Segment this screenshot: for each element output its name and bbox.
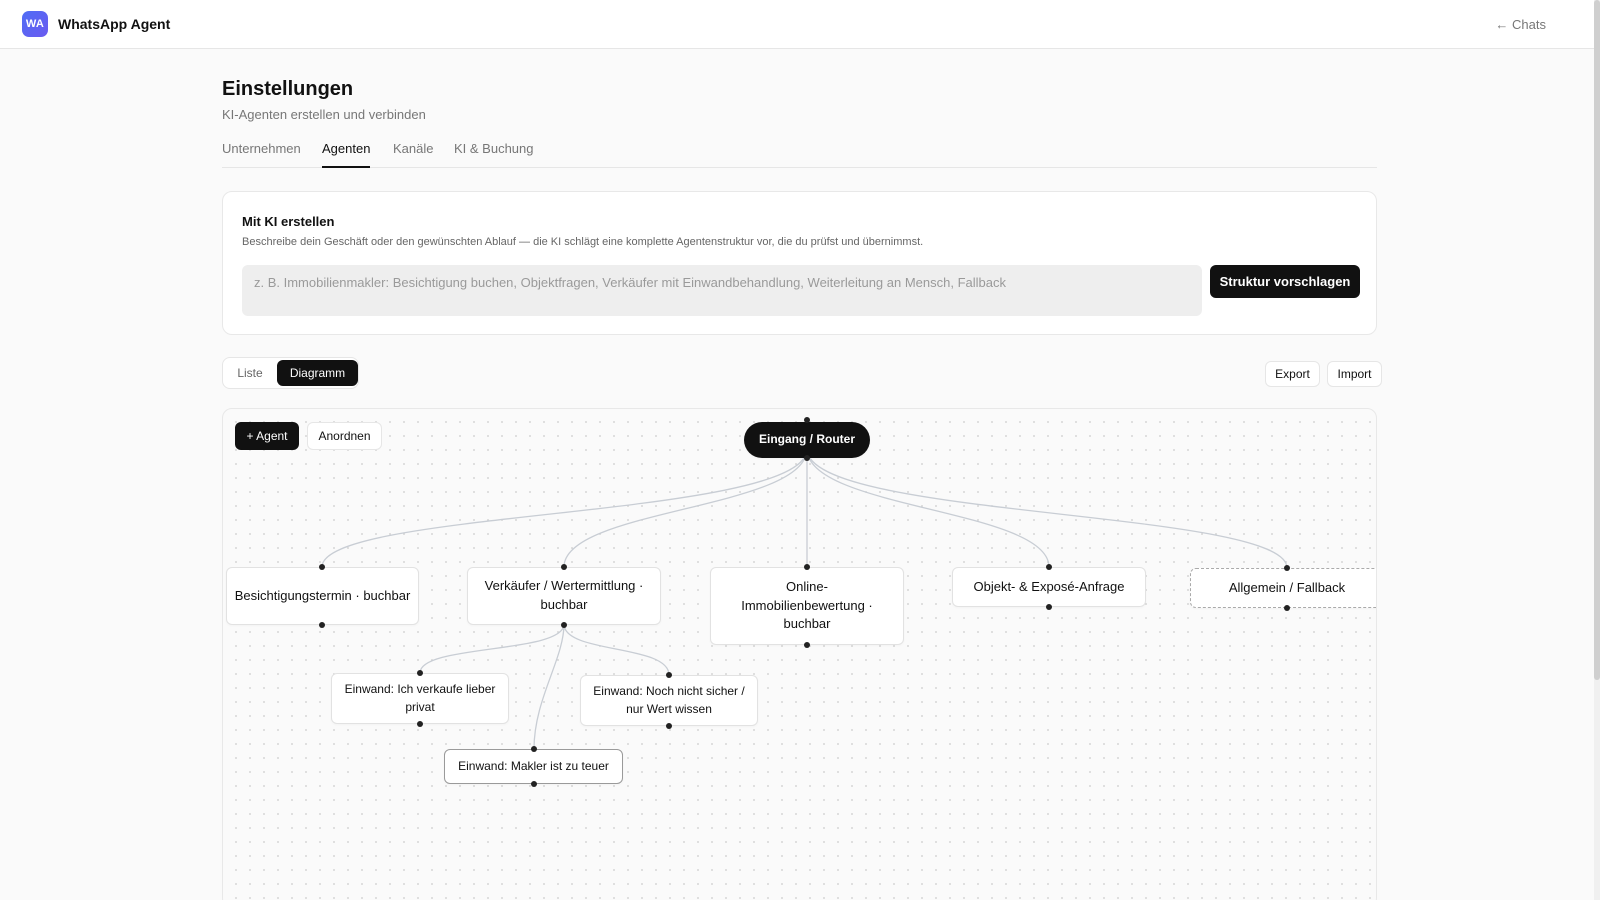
node-einwand-privat[interactable]: Einwand: Ich verkaufe lieber privat xyxy=(331,673,509,724)
einwand-unsicher-input-handle[interactable] xyxy=(666,672,672,678)
besichtigung-output-handle[interactable] xyxy=(319,622,325,628)
online-output-handle[interactable] xyxy=(804,642,810,648)
business-description-input[interactable] xyxy=(242,265,1202,316)
settings-tabs: Unternehmen Agenten Kanäle KI & Buchung xyxy=(222,139,1377,168)
view-toggle: Liste Diagramm xyxy=(222,357,359,389)
page-title: Einstellungen xyxy=(222,78,354,100)
node-objekt-expose-anfrage[interactable]: Objekt- & Exposé-Anfrage xyxy=(952,567,1146,607)
fallback-output-handle[interactable] xyxy=(1284,605,1290,611)
router-output-handle[interactable] xyxy=(804,455,810,461)
edge-verkaeufer-unsicher xyxy=(563,623,670,676)
edge-verkaeufer-teuer xyxy=(533,623,565,750)
einwand-teuer-input-handle[interactable] xyxy=(531,746,537,752)
node-verkaeufer-wertermittlung[interactable]: Verkäufer / Wertermittlung · buchbar xyxy=(467,567,661,625)
scrollbar-thumb[interactable] xyxy=(1594,0,1600,680)
router-input-handle[interactable] xyxy=(804,417,810,423)
diagram-view-button[interactable]: Diagramm xyxy=(277,360,358,386)
objekt-input-handle[interactable] xyxy=(1046,564,1052,570)
diagram-edges xyxy=(321,448,1288,750)
app-title: WhatsApp Agent xyxy=(58,16,171,32)
top-bar: WA WhatsApp Agent ← Chats xyxy=(0,0,1600,49)
agent-diagram-canvas[interactable]: + Agent Anordnen Eingang / Router Besich… xyxy=(222,408,1377,900)
node-besichtigungstermin[interactable]: Besichtigungstermin · buchbar xyxy=(226,567,419,625)
tab-unternehmen[interactable]: Unternehmen xyxy=(222,141,301,166)
verkaeufer-output-handle[interactable] xyxy=(561,622,567,628)
edge-router-besichtigung xyxy=(321,448,808,568)
import-button[interactable]: Import xyxy=(1327,361,1382,387)
suggest-structure-button[interactable]: Struktur vorschlagen xyxy=(1210,265,1360,298)
ai-create-card: Mit KI erstellen Beschreibe dein Geschäf… xyxy=(222,191,1377,335)
node-einwand-unsicher[interactable]: Einwand: Noch nicht sicher / nur Wert wi… xyxy=(580,675,758,726)
verkaeufer-input-handle[interactable] xyxy=(561,564,567,570)
add-agent-button[interactable]: + Agent xyxy=(235,422,299,450)
list-view-button[interactable]: Liste xyxy=(225,360,275,386)
tab-kanaele[interactable]: Kanäle xyxy=(393,141,433,166)
ai-card-title: Mit KI erstellen xyxy=(242,214,335,229)
page-scrollbar[interactable] xyxy=(1594,0,1600,900)
edge-router-fallback xyxy=(806,448,1288,569)
tab-agenten[interactable]: Agenten xyxy=(322,141,371,168)
node-einwand-teuer[interactable]: Einwand: Makler ist zu teuer xyxy=(444,749,623,784)
einwand-unsicher-output-handle[interactable] xyxy=(666,723,672,729)
page-subtitle: KI-Agenten erstellen und verbinden xyxy=(222,107,426,122)
einwand-privat-input-handle[interactable] xyxy=(417,670,423,676)
fallback-input-handle[interactable] xyxy=(1284,565,1290,571)
app-logo: WA xyxy=(22,11,48,37)
arrange-button[interactable]: Anordnen xyxy=(307,422,382,450)
einwand-privat-output-handle[interactable] xyxy=(417,721,423,727)
ai-card-description: Beschreibe dein Geschäft oder den gewüns… xyxy=(242,236,924,248)
back-to-chats-link[interactable]: ← Chats xyxy=(1495,17,1546,32)
tab-ki-buchung[interactable]: KI & Buchung xyxy=(454,141,534,166)
node-allgemein-fallback[interactable]: Allgemein / Fallback xyxy=(1190,568,1376,608)
objekt-output-handle[interactable] xyxy=(1046,604,1052,610)
besichtigung-input-handle[interactable] xyxy=(319,564,325,570)
einwand-teuer-output-handle[interactable] xyxy=(531,781,537,787)
edge-verkaeufer-privat xyxy=(419,623,565,674)
online-input-handle[interactable] xyxy=(804,564,810,570)
node-router[interactable]: Eingang / Router xyxy=(744,422,870,458)
node-online-immobilienbewertung[interactable]: Online-Immobilienbewertung · buchbar xyxy=(710,567,904,645)
export-button[interactable]: Export xyxy=(1265,361,1320,387)
